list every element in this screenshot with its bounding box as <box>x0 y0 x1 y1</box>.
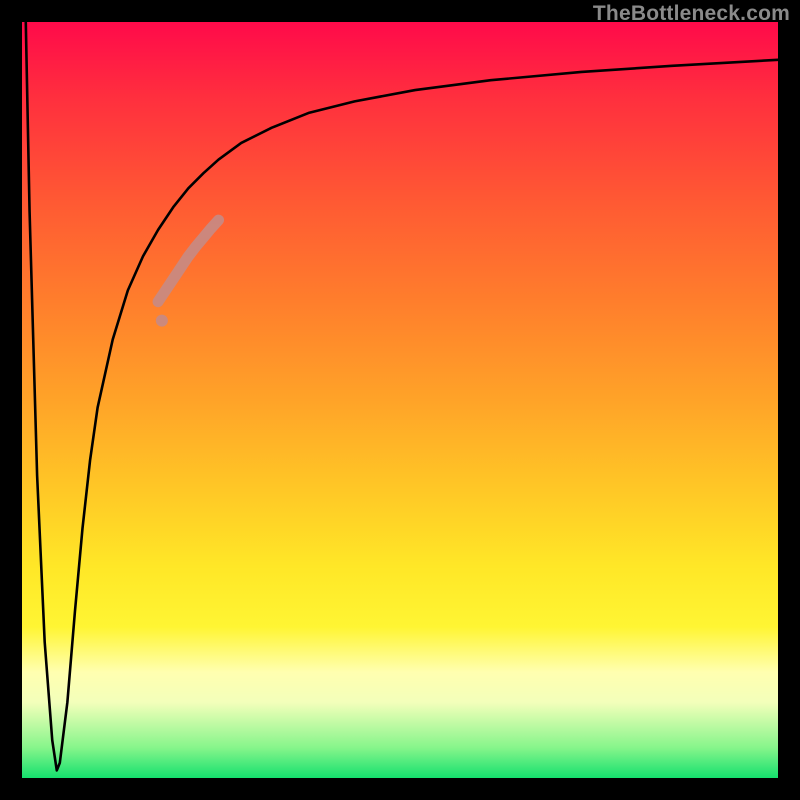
plot-area <box>22 22 778 778</box>
highlight-dot <box>156 315 168 327</box>
chart-stage: TheBottleneck.com <box>0 0 800 800</box>
curve-layer <box>22 22 778 778</box>
bottleneck-curve <box>26 22 778 770</box>
watermark-label: TheBottleneck.com <box>593 2 790 26</box>
highlight-segment <box>158 220 218 302</box>
